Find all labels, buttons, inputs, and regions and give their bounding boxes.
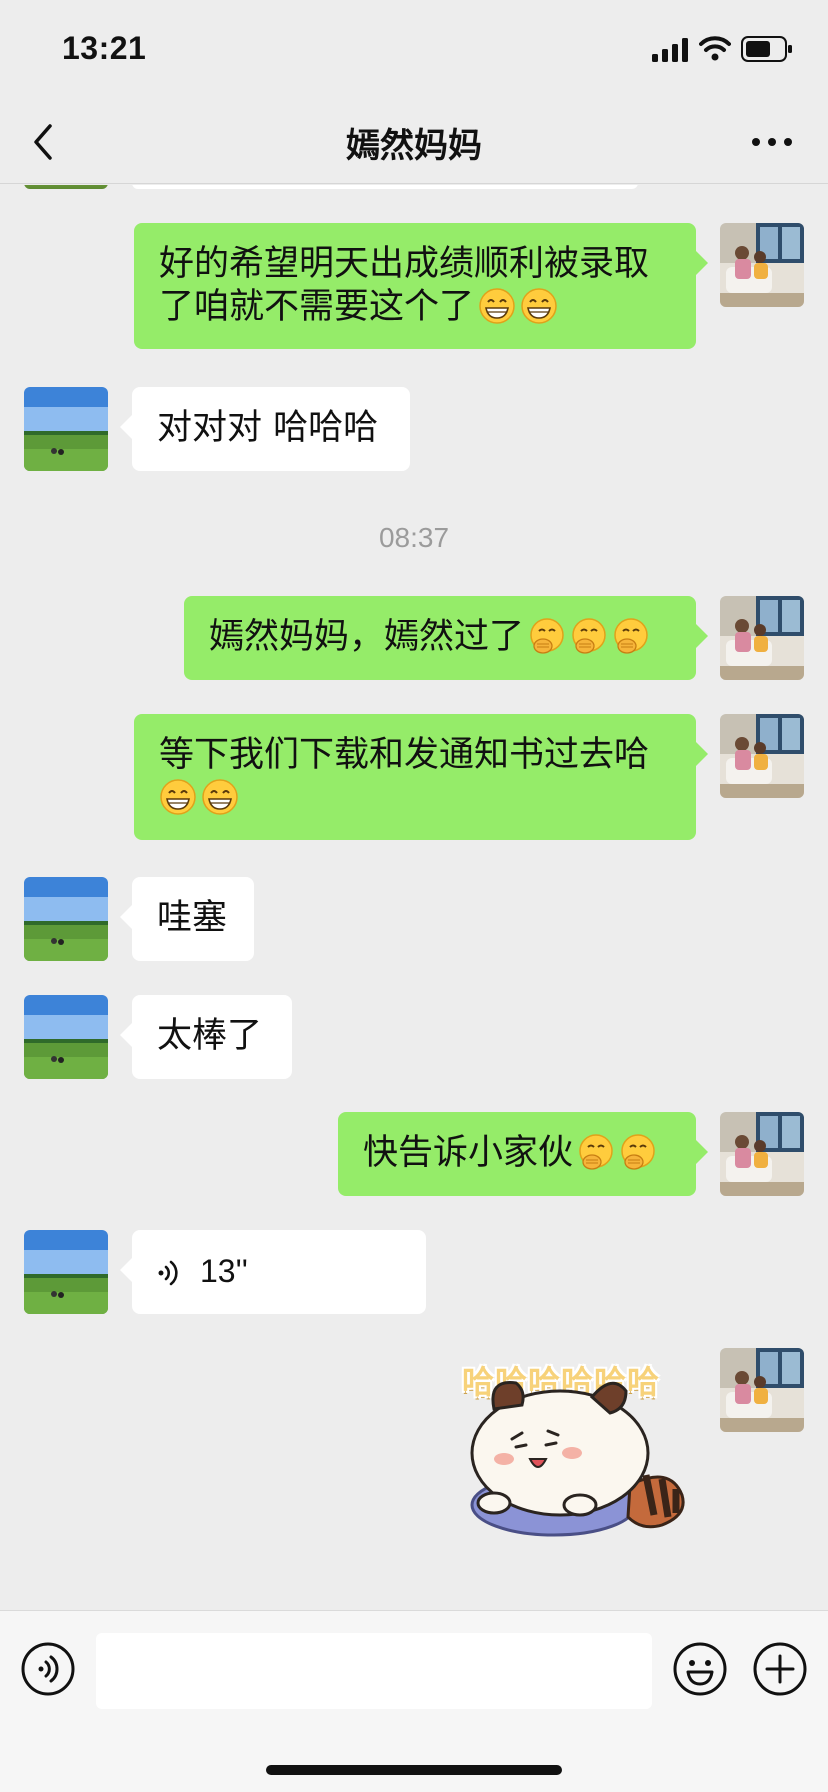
outgoing-message[interactable]: 快告诉小家伙 [338,1112,708,1196]
grin-emoji [478,287,516,325]
grin-emoji [201,778,239,816]
grin-emoji [159,778,197,816]
avatar[interactable] [24,995,108,1079]
hand-over-mouth-emoji [570,617,608,655]
message-text: 嫣然妈妈，嫣然过了 [209,617,525,657]
nav-bar: 嫣然妈妈 [0,100,828,184]
message-text: 哇塞 [157,898,228,938]
avatar[interactable] [720,1112,804,1196]
wifi-icon [699,36,731,61]
voice-wave-icon [158,1260,178,1286]
avatar[interactable] [720,1348,804,1432]
hand-over-mouth-emoji [619,1133,657,1171]
hand-over-mouth-emoji [528,617,566,655]
avatar[interactable] [720,223,804,307]
avatar[interactable] [720,596,804,680]
avatar[interactable] [24,387,108,471]
avatar[interactable] [24,185,108,189]
grin-emoji [520,287,558,325]
more-dots-icon[interactable] [750,130,794,154]
timestamp: 08:37 [378,522,450,553]
message-input[interactable] [96,1633,652,1709]
outgoing-message[interactable]: 好的希望明天出成绩顺利被录取 了咱就不需要这个了 [134,223,708,349]
hand-over-mouth-emoji [612,617,650,655]
voice-message[interactable]: 13'' [120,1230,426,1314]
incoming-message[interactable]: 对对对 哈哈哈 [120,387,410,471]
input-bar [0,1610,828,1792]
message-text: 了咱就不需要这个了 [159,287,475,327]
voice-mode-icon[interactable] [20,1641,76,1697]
raccoon-sticker[interactable] [454,1335,694,1565]
message-text: 等下我们下载和发通知书过去哈 [159,735,650,775]
plus-icon[interactable] [752,1641,808,1697]
battery-icon [741,36,792,62]
chat-history[interactable]: 好的希望明天出成绩顺利被录取 了咱就不需要这个了 对对对 哈哈哈 08:37 嫣… [0,185,828,1610]
avatar[interactable] [720,714,804,798]
message-text: 快告诉小家伙 [363,1133,574,1173]
avatar[interactable] [24,877,108,961]
status-time: 13:21 [62,30,147,66]
incoming-message[interactable]: 太棒了 [120,995,292,1079]
message-text: 太棒了 [157,1016,263,1056]
message-text: 好的希望明天出成绩顺利被录取 [159,244,650,284]
signal-icon [652,38,688,62]
voice-duration: 13'' [200,1253,248,1289]
chat-title: 嫣然妈妈 [346,126,482,166]
status-bar: 13:21 [0,0,828,100]
outgoing-message[interactable]: 等下我们下载和发通知书过去哈 [134,714,708,840]
hand-over-mouth-emoji [577,1133,615,1171]
avatar[interactable] [24,1230,108,1314]
incoming-message[interactable]: 哇塞 [120,877,254,961]
outgoing-message[interactable]: 嫣然妈妈，嫣然过了 [184,596,708,680]
message-bubble[interactable] [132,185,638,189]
home-indicator[interactable] [266,1765,562,1775]
message-text: 对对对 哈哈哈 [157,408,379,448]
emoji-icon[interactable] [672,1641,728,1697]
